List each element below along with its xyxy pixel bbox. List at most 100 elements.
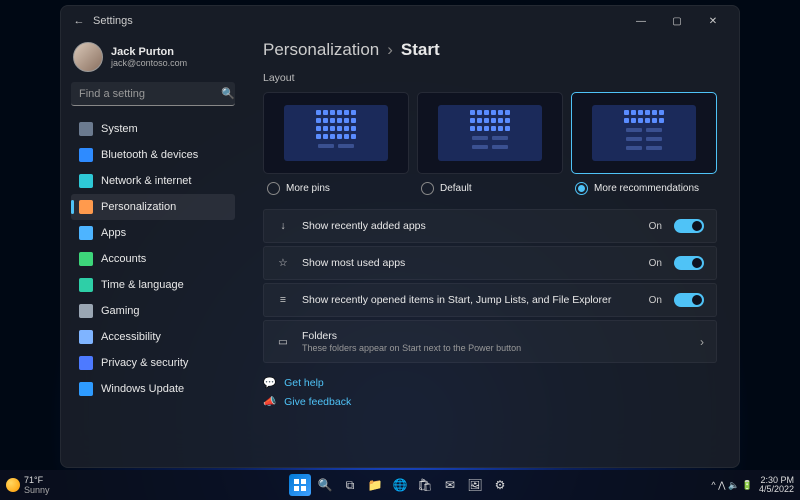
layout-options [263, 92, 717, 174]
nav-icon [79, 304, 93, 318]
sidebar-item-label: Apps [101, 227, 126, 239]
sidebar-item-network-internet[interactable]: Network & internet [71, 168, 235, 194]
sidebar-item-accounts[interactable]: Accounts [71, 246, 235, 272]
row-label: Show most used apps [302, 257, 637, 269]
toggle-switch[interactable] [674, 293, 704, 307]
sidebar-item-label: Accounts [101, 253, 146, 265]
back-button[interactable]: ← [69, 15, 89, 27]
sidebar-item-label: Personalization [101, 201, 176, 213]
radio-more-pins[interactable]: More pins [263, 182, 409, 195]
maximize-button[interactable]: ▢ [659, 16, 695, 27]
row-sublabel: These folders appear on Start next to th… [302, 343, 688, 353]
sidebar-item-label: Accessibility [101, 331, 161, 343]
chevron-right-icon: › [387, 40, 393, 60]
breadcrumb: Personalization › Start [263, 40, 717, 60]
radio-label: Default [440, 183, 472, 194]
sidebar-item-windows-update[interactable]: Windows Update [71, 376, 235, 402]
taskbar-photos-icon[interactable]: 🖼 [464, 474, 486, 496]
sidebar-item-accessibility[interactable]: Accessibility [71, 324, 235, 350]
radio-more-rec[interactable]: More recommendations [571, 182, 717, 195]
taskbar-temperature: 71°F [24, 475, 50, 485]
taskbar-store-icon[interactable]: 🛍 [414, 474, 436, 496]
sidebar-item-label: System [101, 123, 138, 135]
nav-icon [79, 382, 93, 396]
row-label: Folders [302, 330, 688, 342]
row-label: Show recently opened items in Start, Jum… [302, 294, 637, 306]
taskbar-center: 🔍 ⧉ 📁 🌐 🛍 ✉ 🖼 ⚙ [289, 474, 511, 496]
feedback-link[interactable]: 📣Give feedback [263, 392, 717, 411]
taskbar-taskview-icon[interactable]: ⧉ [339, 474, 361, 496]
toggle-switch[interactable] [674, 256, 704, 270]
sidebar-item-label: Privacy & security [101, 357, 188, 369]
layout-card-default[interactable] [417, 92, 563, 174]
nav-icon [79, 356, 93, 370]
window-title: Settings [93, 15, 623, 27]
nav-icon [79, 330, 93, 344]
sidebar-item-system[interactable]: System [71, 116, 235, 142]
sidebar-item-bluetooth-devices[interactable]: Bluetooth & devices [71, 142, 235, 168]
chevron-right-icon: › [700, 335, 704, 349]
toggle-state: On [649, 221, 662, 232]
sidebar-item-privacy-security[interactable]: Privacy & security [71, 350, 235, 376]
sidebar-item-gaming[interactable]: Gaming [71, 298, 235, 324]
help-icon: 💬 [263, 376, 276, 389]
nav-icon [79, 226, 93, 240]
taskbar-weather-text: Sunny [24, 485, 50, 495]
nav-icon [79, 174, 93, 188]
profile-card[interactable]: Jack Purton jack@contoso.com [71, 36, 235, 82]
user-email: jack@contoso.com [111, 58, 187, 68]
help-links: 💬Get help 📣Give feedback [263, 373, 717, 411]
settings-window: ← Settings — ▢ ✕ Jack Purton jack@contos… [60, 5, 740, 468]
sidebar-item-label: Bluetooth & devices [101, 149, 198, 161]
taskbar-weather[interactable]: 71°F Sunny [6, 475, 50, 495]
setting-row-3[interactable]: ▭ FoldersThese folders appear on Start ne… [263, 320, 717, 363]
taskbar-search-icon[interactable]: 🔍 [314, 474, 336, 496]
radio-label: More recommendations [594, 183, 699, 194]
nav-icon [79, 252, 93, 266]
row-icon: ≡ [276, 294, 290, 306]
radio-default[interactable]: Default [417, 182, 563, 195]
search-box[interactable]: 🔍 [71, 82, 235, 106]
user-name: Jack Purton [111, 46, 187, 58]
toggle-state: On [649, 258, 662, 269]
content-pane: Personalization › Start Layout More pins… [241, 36, 739, 467]
toggle-state: On [649, 295, 662, 306]
layout-card-more-pins[interactable] [263, 92, 409, 174]
sidebar: Jack Purton jack@contoso.com 🔍 System Blu… [61, 36, 241, 467]
search-icon: 🔍 [221, 87, 235, 100]
toggle-switch[interactable] [674, 219, 704, 233]
sidebar-item-label: Time & language [101, 279, 184, 291]
minimize-button[interactable]: — [623, 16, 659, 27]
get-help-link[interactable]: 💬Get help [263, 373, 717, 392]
nav-icon [79, 278, 93, 292]
feedback-icon: 📣 [263, 395, 276, 408]
taskbar-tray[interactable]: ^ ⋀ 🔈 🔋 2:30 PM 4/5/2022 [711, 476, 794, 495]
radio-circle-icon [267, 182, 280, 195]
taskbar-explorer-icon[interactable]: 📁 [364, 474, 386, 496]
nav-icon [79, 148, 93, 162]
sidebar-item-apps[interactable]: Apps [71, 220, 235, 246]
close-button[interactable]: ✕ [695, 16, 731, 27]
layout-card-more-rec[interactable] [571, 92, 717, 174]
sidebar-item-label: Network & internet [101, 175, 191, 187]
sidebar-item-time-language[interactable]: Time & language [71, 272, 235, 298]
setting-row-1: ☆ Show most used apps On [263, 246, 717, 280]
taskbar-mail-icon[interactable]: ✉ [439, 474, 461, 496]
taskbar-settings-icon[interactable]: ⚙ [489, 474, 511, 496]
taskbar-edge-icon[interactable]: 🌐 [389, 474, 411, 496]
section-label-layout: Layout [263, 72, 717, 84]
breadcrumb-parent[interactable]: Personalization [263, 40, 379, 60]
taskbar-clock[interactable]: 2:30 PM 4/5/2022 [759, 476, 794, 495]
row-icon: ☆ [276, 257, 290, 269]
search-input[interactable] [79, 88, 221, 100]
setting-row-2: ≡ Show recently opened items in Start, Ju… [263, 283, 717, 317]
row-label: Show recently added apps [302, 220, 637, 232]
tray-icons[interactable]: ^ ⋀ 🔈 🔋 [711, 480, 753, 491]
nav-icon [79, 122, 93, 136]
breadcrumb-current: Start [401, 40, 440, 60]
sidebar-item-personalization[interactable]: Personalization [71, 194, 235, 220]
row-icon: ▭ [276, 336, 290, 348]
titlebar: ← Settings — ▢ ✕ [61, 6, 739, 36]
start-button[interactable] [289, 474, 311, 496]
radio-label: More pins [286, 183, 330, 194]
